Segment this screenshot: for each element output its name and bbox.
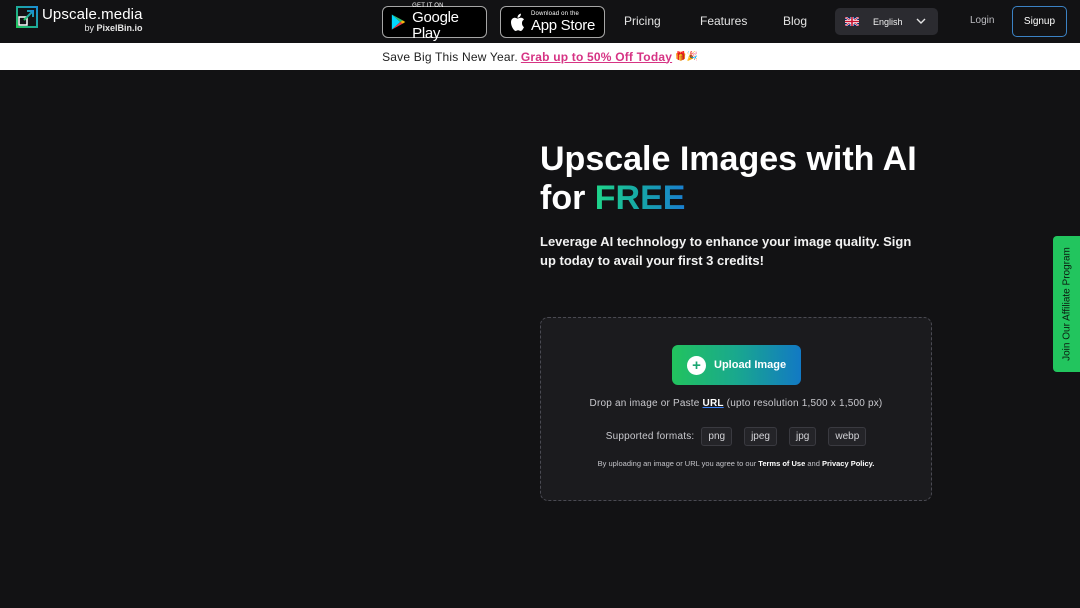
privacy-policy-link[interactable]: Privacy Policy. xyxy=(822,459,874,468)
promo-text: Save Big This New Year. xyxy=(382,49,518,64)
app-store-button[interactable]: Download on the App Store xyxy=(500,6,605,38)
promo-emoji: 🎁🎉 xyxy=(675,51,698,61)
format-chip: jpg xyxy=(788,427,817,446)
nav-pricing-link[interactable]: Pricing xyxy=(624,14,661,28)
format-chip: jpeg xyxy=(744,427,777,446)
logo-byline: by PixelBin.io xyxy=(84,23,143,33)
drop-instructions: Drop an image or Paste URL (upto resolut… xyxy=(589,398,883,409)
nav-features-link[interactable]: Features xyxy=(700,14,747,28)
hero-title-line1: Upscale Images with AI xyxy=(540,140,917,178)
formats-label: Supported formats: xyxy=(605,431,695,442)
logo-name: Upscale.media xyxy=(42,6,143,23)
hero-subtitle: Leverage AI technology to enhance your i… xyxy=(540,234,912,268)
language-label: English xyxy=(873,16,903,27)
google-play-button[interactable]: GET IT ON Google Play xyxy=(382,3,487,41)
upload-dropzone[interactable]: + Upload Image Drop an image or Paste UR… xyxy=(540,317,932,501)
supported-formats: Supported formats: png jpeg jpg webp xyxy=(541,427,931,446)
plus-icon: + xyxy=(687,355,706,375)
affiliate-program-tab[interactable]: Join Our Affiliate Program xyxy=(1053,236,1080,372)
format-chip: webp xyxy=(828,427,867,446)
login-link[interactable]: Login xyxy=(970,15,994,26)
google-play-icon xyxy=(391,14,406,30)
upload-button-label: Upload Image xyxy=(714,359,787,371)
uk-flag-icon xyxy=(845,17,859,26)
paste-url-link[interactable]: URL xyxy=(703,398,724,409)
promo-banner: Save Big This New Year. Grab up to 50% O… xyxy=(0,43,1080,70)
google-play-label: Google Play xyxy=(412,8,459,42)
hero-title: Upscale Images with AI for FREE xyxy=(540,140,960,218)
hero-title-for: for xyxy=(540,179,595,217)
app-store-label: App Store xyxy=(531,16,596,34)
promo-deal-link[interactable]: Grab up to 50% Off Today xyxy=(521,50,672,64)
signup-button[interactable]: Signup xyxy=(1012,6,1067,37)
language-selector[interactable]: English xyxy=(835,8,938,35)
terms-notice: By uploading an image or URL you agree t… xyxy=(597,459,875,468)
upscale-logo-icon xyxy=(16,6,38,28)
brand-logo[interactable]: Upscale.media by PixelBin.io xyxy=(16,6,143,33)
apple-icon xyxy=(511,13,524,31)
nav-blog-link[interactable]: Blog xyxy=(783,14,807,28)
format-chip: png xyxy=(701,427,733,446)
chevron-down-icon xyxy=(916,18,926,24)
terms-of-use-link[interactable]: Terms of Use xyxy=(758,459,805,468)
top-navbar: Upscale.media by PixelBin.io GET IT ON G… xyxy=(0,0,1080,43)
hero-title-free: FREE xyxy=(594,179,686,217)
upload-image-button[interactable]: + Upload Image xyxy=(672,345,801,385)
affiliate-label: Join Our Affiliate Program xyxy=(1061,247,1072,361)
